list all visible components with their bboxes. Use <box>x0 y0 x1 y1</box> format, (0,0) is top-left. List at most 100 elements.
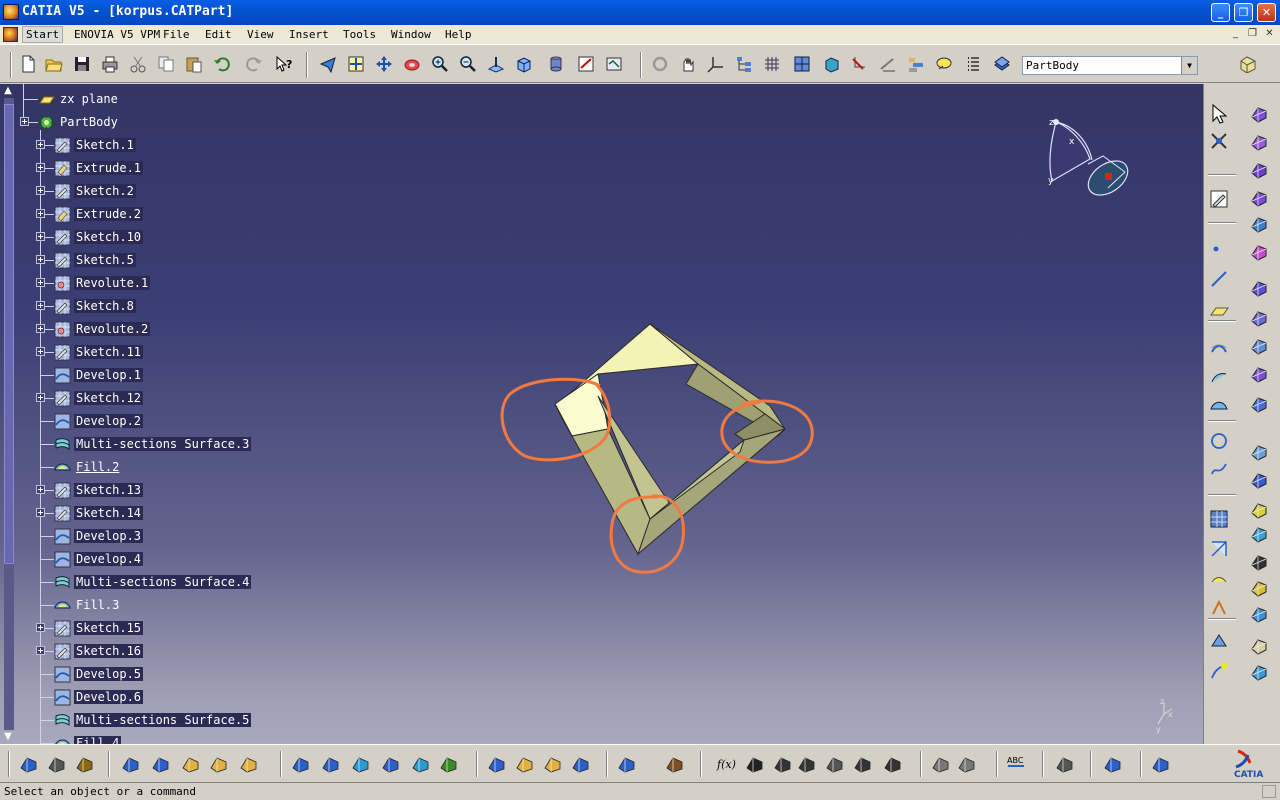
open-file-button[interactable] <box>44 54 66 74</box>
rule-button[interactable] <box>824 753 846 775</box>
swap-visible-space-button[interactable] <box>604 54 626 74</box>
expand-toggle-icon[interactable] <box>36 163 45 172</box>
translate-button[interactable] <box>486 753 508 775</box>
split-solid-button[interactable] <box>1248 602 1272 626</box>
wear-button[interactable] <box>664 753 686 775</box>
3d-viewport[interactable]: z x y z x y ▲ ▼ zx plane PartBody Sketch.1… <box>0 84 1203 744</box>
blend-button[interactable] <box>1208 568 1232 592</box>
surface-analysis-button[interactable] <box>350 753 372 775</box>
expand-toggle-icon[interactable] <box>36 232 45 241</box>
hide-show-button[interactable] <box>576 54 598 74</box>
tree-item[interactable]: Develop.3 <box>40 527 280 547</box>
analysis-draft-button[interactable] <box>320 753 342 775</box>
table-button[interactable] <box>796 753 818 775</box>
tree-item[interactable]: Develop.4 <box>40 550 280 570</box>
expand-toggle-icon[interactable] <box>20 117 29 126</box>
scroll-up-icon[interactable]: ▲ <box>2 85 14 97</box>
cut-button[interactable] <box>128 54 150 74</box>
grid-button[interactable] <box>762 54 784 74</box>
reflection-button[interactable] <box>410 753 432 775</box>
stiffener-button[interactable] <box>1248 306 1272 330</box>
boolean-operations-button[interactable] <box>120 753 142 775</box>
expand-toggle-icon[interactable] <box>36 278 45 287</box>
whats-this-button[interactable]: ? <box>274 54 296 74</box>
add-body-button[interactable] <box>180 753 202 775</box>
part-solid[interactable] <box>554 323 787 556</box>
spell-check-button[interactable]: ABC <box>1006 753 1028 775</box>
expand-toggle-icon[interactable] <box>36 393 45 402</box>
doc-restore-button[interactable]: ❐ <box>1245 28 1260 42</box>
minimize-button[interactable]: _ <box>1211 3 1230 22</box>
tree-item[interactable]: Sketch.11 <box>36 343 280 363</box>
menu-view[interactable]: View <box>247 28 274 41</box>
catia-app-icon[interactable] <box>3 4 19 20</box>
thread-button[interactable] <box>1248 522 1272 546</box>
tree-item[interactable]: Multi-sections Surface.5 <box>40 711 280 731</box>
menu-window[interactable]: Window <box>391 28 431 41</box>
menu-help[interactable]: Help <box>445 28 472 41</box>
tree-item[interactable]: Sketch.10 <box>36 228 280 248</box>
split-button[interactable] <box>1208 538 1232 562</box>
scroll-down-icon[interactable]: ▼ <box>2 731 14 743</box>
expand-toggle-icon[interactable] <box>36 140 45 149</box>
check-button[interactable] <box>852 753 874 775</box>
measure-between-button[interactable] <box>18 753 40 775</box>
expand-toggle-icon[interactable] <box>36 186 45 195</box>
zoom-out-button[interactable] <box>458 54 480 74</box>
mirror-button[interactable] <box>570 753 592 775</box>
expand-toggle-icon[interactable] <box>36 623 45 632</box>
tree-item[interactable]: zx plane <box>24 90 264 110</box>
sweep-button[interactable] <box>1208 366 1232 390</box>
fly-mode-button[interactable] <box>318 54 340 74</box>
multi-pad-button[interactable] <box>1248 334 1272 358</box>
chevron-down-icon[interactable]: ▼ <box>1181 57 1197 74</box>
intersect-body-button[interactable] <box>238 753 260 775</box>
menu-start[interactable]: Start <box>22 26 64 43</box>
view-lock-button[interactable] <box>956 753 978 775</box>
remove-body-button[interactable] <box>208 753 230 775</box>
pan-button[interactable] <box>374 54 396 74</box>
apply-material-button[interactable] <box>906 54 928 74</box>
measure-item-button[interactable] <box>878 54 900 74</box>
tree-item[interactable]: Sketch.13 <box>36 481 280 501</box>
tree-item[interactable]: PartBody <box>20 113 264 133</box>
close-button[interactable]: ✕ <box>1257 3 1276 22</box>
formula-button[interactable]: f(x) <box>716 753 738 775</box>
pocket-button[interactable] <box>1248 130 1272 154</box>
tree-item[interactable]: Develop.5 <box>40 665 280 685</box>
knowledge-button[interactable] <box>74 753 96 775</box>
reaction-button[interactable] <box>882 753 904 775</box>
rib-button[interactable] <box>1248 240 1272 264</box>
expand-toggle-icon[interactable] <box>36 508 45 517</box>
tree-item[interactable]: Sketch.12 <box>36 389 280 409</box>
rotate-button[interactable] <box>402 54 424 74</box>
comment-button[interactable] <box>744 753 766 775</box>
menu-tools[interactable]: Tools <box>343 28 376 41</box>
knowledge-button[interactable] <box>964 54 986 74</box>
power-input-icon[interactable] <box>1262 785 1276 798</box>
tree-item[interactable]: Sketch.1 <box>36 136 280 156</box>
select-button[interactable] <box>1208 102 1232 126</box>
new-file-button[interactable] <box>18 54 40 74</box>
extrude-surface-button[interactable] <box>1208 338 1232 362</box>
curvature-button[interactable] <box>380 753 402 775</box>
tree-item[interactable]: Multi-sections Surface.3 <box>40 435 280 455</box>
grab-button[interactable] <box>678 54 700 74</box>
3d-annotation-button[interactable] <box>1102 753 1124 775</box>
view-mode-button[interactable] <box>546 54 568 74</box>
fillet-button[interactable] <box>1248 362 1272 386</box>
rotate-button[interactable] <box>514 753 536 775</box>
line-button[interactable] <box>1208 268 1232 292</box>
fill-tool-button[interactable] <box>1208 394 1232 418</box>
tree-item[interactable]: Fill.4 <box>40 734 280 744</box>
expand-toggle-icon[interactable] <box>36 646 45 655</box>
redo-button[interactable] <box>244 54 266 74</box>
start-icon[interactable] <box>3 27 18 42</box>
tree-item[interactable]: Sketch.14 <box>36 504 280 524</box>
expand-toggle-icon[interactable] <box>36 485 45 494</box>
spline-button[interactable] <box>1208 458 1232 482</box>
doc-minimize-button[interactable]: _ <box>1228 28 1243 42</box>
tree-item[interactable]: Develop.2 <box>40 412 280 432</box>
hole-button[interactable] <box>1248 212 1272 236</box>
menu-file[interactable]: File <box>163 28 190 41</box>
